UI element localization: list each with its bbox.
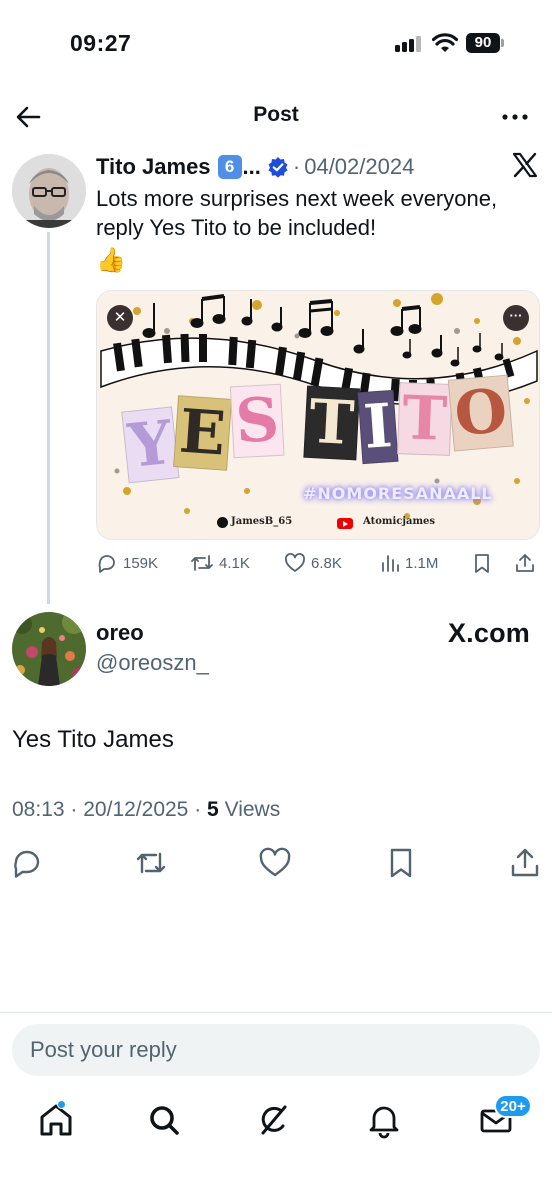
media-more-button[interactable]: ···: [503, 305, 529, 331]
reply-icon: [98, 555, 115, 573]
grok-icon: [261, 1105, 287, 1135]
like-icon[interactable]: [258, 846, 292, 880]
tab-messages[interactable]: 20+: [476, 1094, 532, 1140]
bookmark-icon: [475, 554, 489, 573]
signal-icon: [395, 34, 421, 52]
media-x-logo-icon: [217, 517, 228, 528]
views-label[interactable]: Views: [225, 798, 281, 821]
youtube-icon: [337, 518, 353, 529]
repost-count: 4.1K: [219, 554, 250, 572]
wifi-icon: [432, 33, 458, 52]
status-time: 09:27: [70, 30, 132, 56]
letter-e: E: [172, 395, 232, 471]
views-count: 1.1M: [405, 554, 439, 572]
home-notification-dot: [57, 1100, 66, 1109]
media-youtube-handle: Atomicjames: [363, 516, 436, 527]
keycap-six-emoji: 6: [217, 155, 242, 179]
like-count: 6.8K: [311, 554, 342, 572]
thumbs-up-emoji: 👍: [96, 247, 126, 274]
letter-t: T: [303, 385, 360, 461]
page-title: Post: [253, 103, 299, 126]
reply-author-name[interactable]: oreo: [96, 620, 144, 646]
letter-i: I: [357, 389, 399, 465]
verified-icon: [268, 157, 288, 178]
repost-action[interactable]: 4.1K: [190, 552, 250, 574]
letter-s: S: [229, 383, 285, 459]
tab-notifications[interactable]: [364, 1100, 404, 1140]
author-name[interactable]: Tito James: [96, 154, 211, 180]
bookmark-icon[interactable]: [384, 846, 418, 880]
home-icon: [40, 1104, 72, 1136]
bottom-tab-bar: 20+: [0, 1092, 552, 1152]
views-number: 5: [207, 798, 219, 821]
status-bar: 09:27 90: [0, 0, 552, 90]
share-action[interactable]: [514, 552, 541, 574]
thread-line: [47, 232, 50, 604]
reply-action-bar: [0, 846, 552, 880]
composer-divider: [0, 1012, 552, 1013]
post-time: 08:13: [12, 798, 65, 821]
share-icon[interactable]: [508, 846, 542, 880]
avatar-tito-james[interactable]: [12, 154, 86, 228]
messages-badge: 20+: [494, 1094, 532, 1118]
battery-level: 90: [466, 33, 500, 53]
media-close-button[interactable]: ✕: [107, 305, 133, 331]
letter-t2: T: [396, 382, 452, 456]
views-icon: [382, 555, 399, 572]
views-action[interactable]: 1.1M: [380, 552, 438, 574]
letter-y: Y: [121, 406, 180, 484]
reply-action[interactable]: 159K: [96, 552, 158, 574]
media-x-handle: JamesB_65: [231, 516, 293, 527]
yes-tito-artwork-text: Y E S T I T O: [121, 374, 515, 484]
x-logo-icon: [512, 152, 538, 178]
reply-composer-input[interactable]: Post your reply: [12, 1024, 540, 1076]
repost-icon: [191, 555, 213, 571]
reply-count: 159K: [123, 554, 159, 572]
battery-icon: 90: [466, 33, 504, 53]
xcom-watermark: X.com: [447, 618, 530, 648]
meta-separator-1: ·: [70, 798, 78, 821]
media-hashtag: #NOMORESANAALL: [303, 484, 493, 503]
like-icon: [285, 553, 305, 572]
bell-icon: [369, 1106, 399, 1139]
letter-o: O: [448, 374, 515, 452]
reply-text: Yes Tito James: [12, 726, 174, 753]
meta-separator-2: ·: [194, 798, 202, 821]
tab-search[interactable]: [144, 1100, 184, 1140]
post-metadata: 08:13 · 20/12/2025 · 5 Views: [12, 798, 280, 822]
reply-author-handle[interactable]: @oreoszn_: [96, 650, 209, 676]
tab-home[interactable]: [36, 1100, 76, 1140]
post-action-bar: 159K 4.1K 6.8K 1.1M: [96, 552, 544, 578]
top-header: Post: [0, 90, 552, 142]
avatar-oreo[interactable]: [12, 612, 86, 686]
reply-icon[interactable]: [10, 846, 44, 880]
share-icon: [516, 554, 534, 572]
tab-grok[interactable]: [254, 1100, 294, 1140]
repost-icon[interactable]: [134, 846, 168, 880]
post-date-separator: ·: [292, 154, 301, 179]
post-text: Lots more surprises next week everyone, …: [96, 186, 498, 240]
post-full-date: 20/12/2025: [83, 798, 189, 821]
more-icon[interactable]: [498, 102, 532, 132]
post-date[interactable]: 04/02/2024: [304, 154, 414, 180]
post-media-image[interactable]: ✕ ··· Y E S T I T O #NOMORESANAALL James…: [96, 290, 540, 540]
search-icon: [150, 1106, 179, 1135]
like-action[interactable]: 6.8K: [284, 552, 342, 574]
name-truncation: ...: [242, 154, 261, 179]
post-header: Tito James 6 ... · 04/02/2024: [96, 152, 414, 182]
bookmark-action[interactable]: [472, 552, 497, 574]
